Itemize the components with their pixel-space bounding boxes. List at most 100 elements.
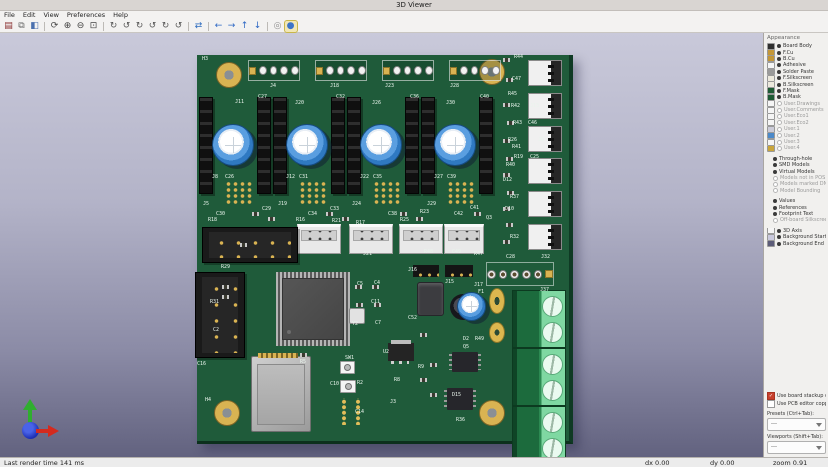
viewports-select[interactable]: --- [767,441,826,454]
visibility-eye-icon[interactable] [773,188,778,193]
visibility-eye-icon[interactable] [777,89,781,93]
redraw-icon[interactable]: ⟳ [49,21,61,32]
visibility-eye-icon[interactable] [777,229,781,233]
visibility-eye-icon[interactable] [777,63,781,67]
appearance-item-user-4[interactable]: User.4 [767,145,826,151]
pad-grid [224,180,252,204]
silkscreen-label: R45 [508,92,517,97]
visibility-eye-icon[interactable] [773,163,777,167]
visibility-eye-icon[interactable] [773,206,777,210]
checkbox-icon[interactable] [767,392,775,400]
flip-board-icon[interactable]: ⇄ [193,21,205,32]
color-swatch[interactable] [767,132,775,138]
checkbox-use-pcb-editor-copper-colo[interactable]: Use PCB editor copper colo [767,400,826,408]
visibility-eye-icon[interactable] [777,83,781,87]
visibility-eye-icon[interactable] [777,235,781,239]
menu-file[interactable]: File [0,11,19,20]
item-label: Background End [783,241,824,247]
copy-image-icon[interactable]: ⧉ [16,21,28,32]
visibility-eye-icon[interactable] [777,51,781,55]
visibility-eye-icon[interactable] [777,242,781,246]
visibility-eye-icon[interactable] [777,57,781,61]
orthographic-projection-icon[interactable]: ◎ [272,21,284,32]
silkscreen-label: C11 [371,300,380,305]
visibility-eye-icon[interactable] [773,199,777,203]
item-label: User.4 [784,145,800,151]
electrolytic-capacitor [212,124,254,166]
silkscreen-label: C46 [528,121,537,126]
rotate-z-ccw-icon[interactable]: ↺ [173,21,185,32]
silkscreen-label: J30 [446,101,455,106]
silkscreen-label: H4 [205,398,211,403]
checkbox-icon[interactable] [767,400,775,408]
zoom-out-icon[interactable]: ⊖ [75,21,87,32]
visibility-eye-icon[interactable] [777,120,782,125]
main-area: H3J4J18J23J28J11C27J20C32J26C36J30C40J8C… [0,33,828,457]
smd-component [430,393,437,397]
visibility-eye-icon[interactable] [777,127,782,132]
move-left-icon[interactable]: ← [213,21,225,32]
menu-help[interactable]: Help [109,11,132,20]
visibility-eye-icon[interactable] [777,140,782,145]
appearance-item-model-bounding[interactable]: Model Bounding [767,188,826,194]
color-swatch[interactable] [767,145,775,151]
silkscreen-label: C10 [330,382,339,387]
silkscreen-label: R5 [300,360,306,365]
rotate-x-cw-icon[interactable]: ↻ [108,21,120,32]
visibility-eye-icon[interactable] [777,114,782,119]
visibility-eye-icon[interactable] [773,176,778,181]
raytracing-icon[interactable]: ● [285,21,297,32]
silkscreen-label: C7 [375,321,381,326]
move-right-icon[interactable]: → [226,21,238,32]
presets-select[interactable]: --- [767,418,826,431]
visibility-eye-icon[interactable] [777,133,782,138]
silkscreen-label: C28 [506,255,515,260]
zoom-in-icon[interactable]: ⊕ [62,21,74,32]
menu-preferences[interactable]: Preferences [63,11,109,20]
visibility-eye-icon[interactable] [773,157,777,161]
silkscreen-label: R42 [511,104,520,109]
color-swatch[interactable] [767,101,775,107]
visibility-eye-icon[interactable] [777,76,781,80]
viewport-3d[interactable]: H3J4J18J23J28J11C27J20C32J26C36J30C40J8C… [0,33,763,457]
rotate-y-ccw-icon[interactable]: ↺ [147,21,159,32]
zoom-fit-icon[interactable]: ⊡ [88,21,100,32]
move-down-icon[interactable]: ↓ [252,21,264,32]
visibility-eye-icon[interactable] [777,108,782,113]
visibility-eye-icon[interactable] [773,212,777,216]
visibility-eye-icon[interactable] [773,170,777,174]
socket-header [273,97,287,194]
reload-board-icon[interactable]: ▤ [3,21,15,32]
visibility-eye-icon[interactable] [777,70,781,74]
silkscreen-label: R29 [221,265,230,270]
visibility-eye-icon[interactable] [777,146,782,151]
electrolytic-capacitor [286,124,328,166]
appearance-panel: Appearance Board BodyF.CuB.CuAdhesiveSol… [763,33,828,457]
appearance-item-models-marked-dnp[interactable]: Models marked DNP [767,181,826,187]
visibility-eye-icon[interactable] [773,182,778,187]
move-up-icon[interactable]: ↑ [239,21,251,32]
silkscreen-label: J23 [385,84,394,89]
smd-component [503,103,510,107]
visibility-eye-icon[interactable] [777,101,782,106]
silkscreen-label: J3 [390,400,396,405]
render-view-icon[interactable]: ◧ [29,21,41,32]
pad-grid [372,180,400,204]
rotate-z-cw-icon[interactable]: ↻ [160,21,172,32]
socket-header [405,97,419,194]
rotate-x-ccw-icon[interactable]: ↺ [121,21,133,32]
rotate-y-cw-icon[interactable]: ↻ [134,21,146,32]
menu-view[interactable]: View [39,11,62,20]
visibility-eye-icon[interactable] [777,44,781,48]
silkscreen-label: J32 [541,255,550,260]
checkbox-use-board-stackup-colors[interactable]: Use board stackup colors [767,392,826,400]
item-label: Values [779,198,795,204]
silkscreen-label: R25 [400,218,409,223]
appearance-item-models-not-in-pos[interactable]: Models not in POS [767,175,826,181]
smd-component [356,303,363,307]
visibility-eye-icon[interactable] [773,218,778,223]
menu-edit[interactable]: Edit [19,11,40,20]
color-swatch[interactable] [767,69,775,75]
appearance-item-off-board-silkscreen[interactable]: Off-board Silkscreen [767,217,826,223]
visibility-eye-icon[interactable] [777,95,781,99]
